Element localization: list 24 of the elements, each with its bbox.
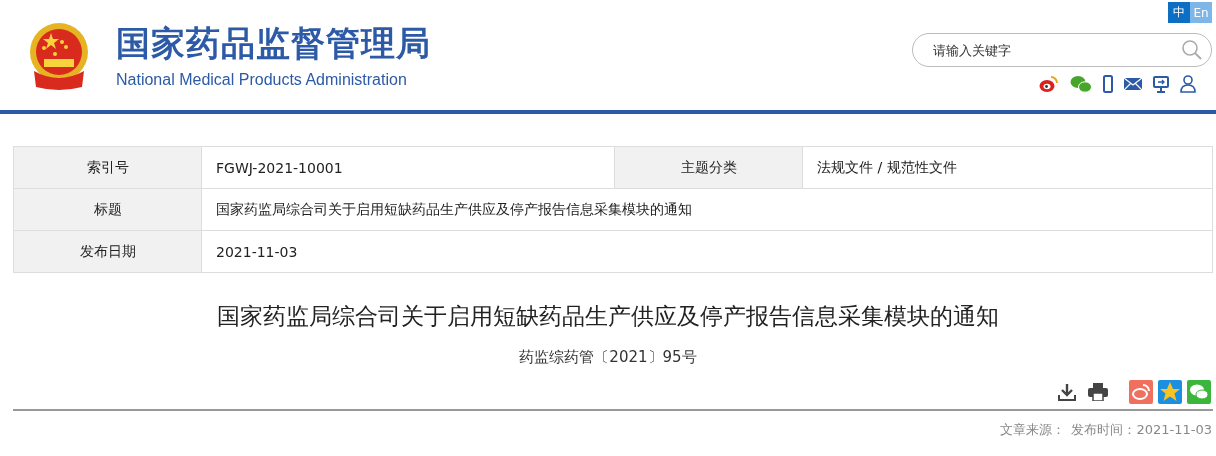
meta-value: 2021-11-03	[215, 242, 299, 262]
site-title: 国家药品监督管理局	[116, 22, 431, 65]
meta-value: 法规文件 / 规范性文件	[816, 157, 958, 177]
meta-label: 标题	[14, 189, 202, 230]
chat-icon[interactable]	[1070, 75, 1092, 93]
publish-time: 发布时间：2021-11-03	[1071, 421, 1212, 439]
mail-icon[interactable]	[1124, 77, 1142, 91]
meta-label: 主题分类	[615, 147, 803, 188]
phone-icon[interactable]	[1103, 75, 1113, 93]
meta-label: 索引号	[14, 147, 202, 188]
meta-label: 发布日期	[14, 231, 202, 272]
download-icon[interactable]	[1058, 383, 1076, 401]
search-field[interactable]: 请输入关键字	[912, 33, 1212, 67]
site-subtitle: National Medical Products Administration	[116, 71, 408, 89]
chat-share-icon[interactable]	[1187, 380, 1211, 404]
print-icon[interactable]	[1088, 383, 1108, 401]
monitor-icon[interactable]	[1153, 75, 1169, 93]
user-icon[interactable]	[1180, 75, 1196, 93]
article-title: 国家药监局综合司关于启用短缺药品生产供应及停产报告信息采集模块的通知	[216, 302, 1000, 331]
language-tab[interactable]: 中	[1168, 2, 1190, 23]
meta-value: 国家药监局综合司关于启用短缺药品生产供应及停产报告信息采集模块的通知	[215, 199, 693, 219]
source-label: 文章来源：	[1000, 421, 1066, 439]
star-share-icon[interactable]	[1158, 380, 1182, 404]
document-number: 药监综药管〔2021〕95号	[518, 348, 698, 367]
